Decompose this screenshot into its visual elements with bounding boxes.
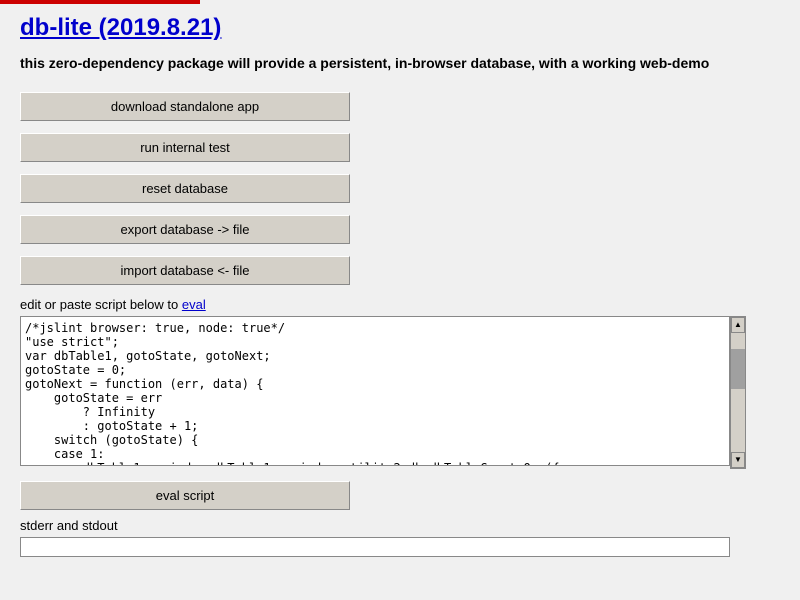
textarea-wrapper (20, 316, 730, 469)
download-btn-row: download standalone app (20, 92, 780, 121)
scrollbar-right[interactable]: ▲ ▼ (730, 316, 746, 469)
download-button[interactable]: download standalone app (20, 92, 350, 121)
eval-link[interactable]: eval (182, 297, 206, 312)
reset-db-button[interactable]: reset database (20, 174, 350, 203)
scroll-thumb[interactable] (731, 349, 745, 389)
import-db-btn-row: import database <- file (20, 256, 780, 285)
script-textarea[interactable] (20, 316, 730, 466)
description: this zero-dependency package will provid… (20, 54, 780, 74)
eval-label: edit or paste script below to eval (20, 297, 780, 312)
run-test-btn-row: run internal test (20, 133, 780, 162)
import-db-button[interactable]: import database <- file (20, 256, 350, 285)
scroll-down-arrow[interactable]: ▼ (731, 452, 745, 468)
run-test-button[interactable]: run internal test (20, 133, 350, 162)
reset-db-btn-row: reset database (20, 174, 780, 203)
eval-script-button[interactable]: eval script (20, 481, 350, 510)
stderr-label: stderr and stdout (20, 518, 780, 533)
export-db-button[interactable]: export database -> file (20, 215, 350, 244)
eval-btn-row: eval script (20, 481, 780, 510)
scroll-up-arrow[interactable]: ▲ (731, 317, 745, 333)
script-area: ▲ ▼ (20, 316, 780, 469)
title-link[interactable]: db-lite (2019.8.21) (20, 14, 221, 42)
stderr-output (20, 537, 730, 557)
export-db-btn-row: export database -> file (20, 215, 780, 244)
eval-section: edit or paste script below to eval ▲ ▼ e… (20, 297, 780, 510)
